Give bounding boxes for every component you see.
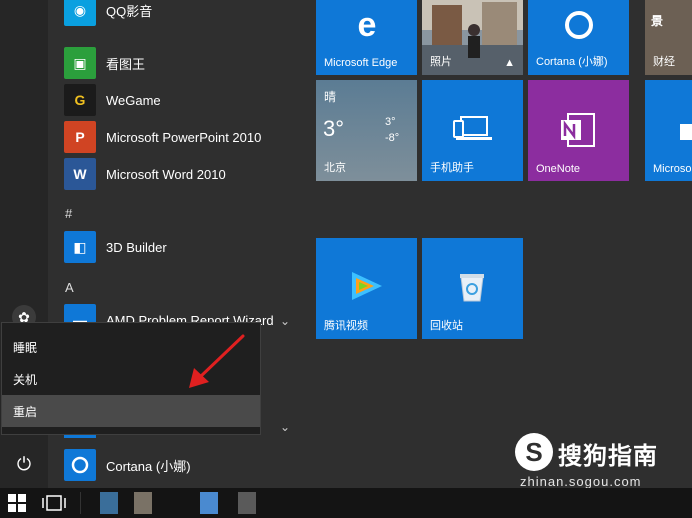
tile-recycle-bin[interactable]: 回收站 <box>422 238 523 339</box>
taskbar-separator <box>80 492 81 514</box>
tile-photos[interactable]: 照片 ▲ <box>422 0 523 75</box>
3d-builder-icon: ◧ <box>64 231 96 263</box>
app-label: WeGame <box>106 92 161 108</box>
taskbar-app-icon[interactable] <box>100 492 118 514</box>
app-label: 看图王 <box>106 56 146 72</box>
watermark-brand: 搜狗指南 <box>558 443 658 470</box>
task-view-icon[interactable] <box>42 495 66 511</box>
app-item-word[interactable]: W Microsoft Word 2010 <box>64 156 304 192</box>
section-letter-a[interactable]: A <box>65 280 74 295</box>
app-item-3d-builder[interactable]: ◧ 3D Builder <box>64 229 304 265</box>
cortana-circle-icon <box>565 11 593 39</box>
sogou-logo-icon: S <box>515 433 553 471</box>
tile-edge[interactable]: e Microsoft Edge <box>316 0 417 75</box>
tile-label: OneNote <box>536 163 581 175</box>
app-label: Microsoft Word 2010 <box>106 166 226 182</box>
app-item-wegame[interactable]: G WeGame <box>64 82 304 118</box>
image-viewer-icon: ▣ <box>64 47 96 79</box>
annotation-arrow <box>189 334 245 388</box>
taskbar-app-icon[interactable] <box>238 492 256 514</box>
tile-store[interactable]: Microso <box>645 80 692 181</box>
app-label: Microsoft PowerPoint 2010 <box>106 129 262 145</box>
chevron-down-icon[interactable]: ⌄ <box>280 314 290 328</box>
tile-onenote[interactable]: OneNote <box>528 80 629 181</box>
app-label: 3D Builder <box>106 239 167 255</box>
app-label: Cortana (小娜) <box>106 458 191 474</box>
app-item-powerpoint[interactable]: P Microsoft PowerPoint 2010 <box>64 119 304 155</box>
laptop-phone-icon <box>453 116 492 140</box>
edge-icon: e <box>357 5 377 44</box>
photo-badge-icon: ▲ <box>504 57 515 69</box>
taskbar-app-icon[interactable] <box>134 492 152 514</box>
wegame-icon: G <box>64 84 96 116</box>
tile-label: Microsoft Edge <box>324 57 398 69</box>
start-menu: ✿ ⏻ ◉ QQ影音 ▣ 看图王 G WeGame P Microsoft Po… <box>0 0 692 518</box>
recycle-bin-icon <box>460 274 484 302</box>
tile-label: Cortana (小娜) <box>536 56 608 68</box>
onenote-icon <box>561 113 595 147</box>
tile-label: 照片 <box>430 56 452 68</box>
power-button[interactable]: ⏻ <box>12 452 36 476</box>
tile-weather[interactable]: 晴 3° 3° -8° 北京 <box>316 80 417 181</box>
tile-label: 腾讯视频 <box>324 320 368 332</box>
app-item-image-viewer[interactable]: ▣ 看图王 <box>64 45 304 81</box>
cortana-icon <box>64 449 96 481</box>
tile-label: 北京 <box>324 162 346 174</box>
weather-temp: 3° <box>323 116 345 141</box>
tile-label: 财经 <box>653 56 675 68</box>
tile-tencent-video[interactable]: 腾讯视频 <box>316 238 417 339</box>
weather-condition: 晴 <box>324 90 337 104</box>
app-item-qq-player[interactable]: ◉ QQ影音 <box>64 0 304 28</box>
taskbar <box>0 488 692 518</box>
power-icon: ⏻ <box>16 453 32 474</box>
app-item-cortana[interactable]: Cortana (小娜) <box>64 447 304 483</box>
sogou-watermark: S 搜狗指南 zhinan.sogou.com <box>510 432 690 492</box>
windows-start-icon[interactable] <box>8 494 26 512</box>
tile-label: 回收站 <box>430 320 463 332</box>
watermark-url: zhinan.sogou.com <box>520 474 642 489</box>
powerpoint-icon: P <box>64 121 96 153</box>
weather-low: -8° <box>385 132 400 144</box>
tile-finance[interactable]: 景 财经 <box>645 0 692 75</box>
tile-label: Microso <box>653 163 692 175</box>
tile-label: 手机助手 <box>430 162 474 174</box>
chevron-down-icon[interactable]: ⌄ <box>280 420 290 434</box>
tile-phone-assistant[interactable]: 手机助手 <box>422 80 523 181</box>
word-icon: W <box>64 158 96 190</box>
section-letter-hash[interactable]: # <box>65 206 72 221</box>
tile-cortana[interactable]: Cortana (小娜) <box>528 0 629 75</box>
store-bag-icon <box>680 124 692 140</box>
tencent-video-icon <box>352 272 382 300</box>
taskbar-app-icon[interactable] <box>200 492 218 514</box>
finance-headline: 景 <box>651 14 664 28</box>
restart-option[interactable]: 重启 <box>2 395 260 427</box>
app-label: QQ影音 <box>106 3 153 19</box>
qq-player-icon: ◉ <box>64 0 96 26</box>
weather-high: 3° <box>385 116 396 128</box>
